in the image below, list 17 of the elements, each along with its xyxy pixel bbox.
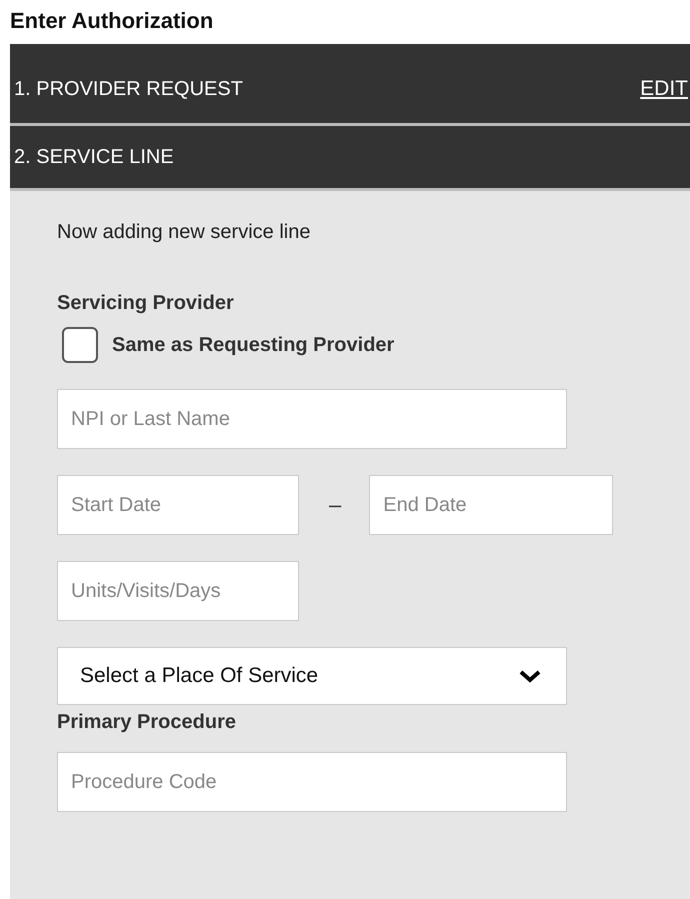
page-title: Enter Authorization [10, 8, 214, 34]
date-field[interactable]: Start Date [57, 475, 299, 535]
date-field[interactable]: End Date [369, 475, 614, 535]
field-label: Primary Procedure [57, 711, 236, 734]
input-field[interactable]: Units/Visits/Days [57, 561, 299, 621]
chevron-down-icon [518, 668, 542, 684]
checkbox[interactable] [62, 327, 98, 363]
section-title: 2. SERVICE LINE [14, 146, 174, 168]
field-label: Servicing Provider [57, 292, 234, 315]
input-field[interactable]: Procedure Code [57, 752, 567, 812]
edit-link[interactable]: EDIT [640, 77, 690, 101]
status-text: Now adding new service line [57, 221, 310, 244]
checkbox-label: Same as Requesting Provider [112, 334, 394, 356]
date-separator: – [329, 492, 342, 518]
place-of-service-select[interactable]: Select a Place Of Service [57, 647, 567, 705]
section-title: 1. PROVIDER REQUEST [14, 78, 243, 101]
input-field[interactable]: NPI or Last Name [57, 389, 567, 449]
